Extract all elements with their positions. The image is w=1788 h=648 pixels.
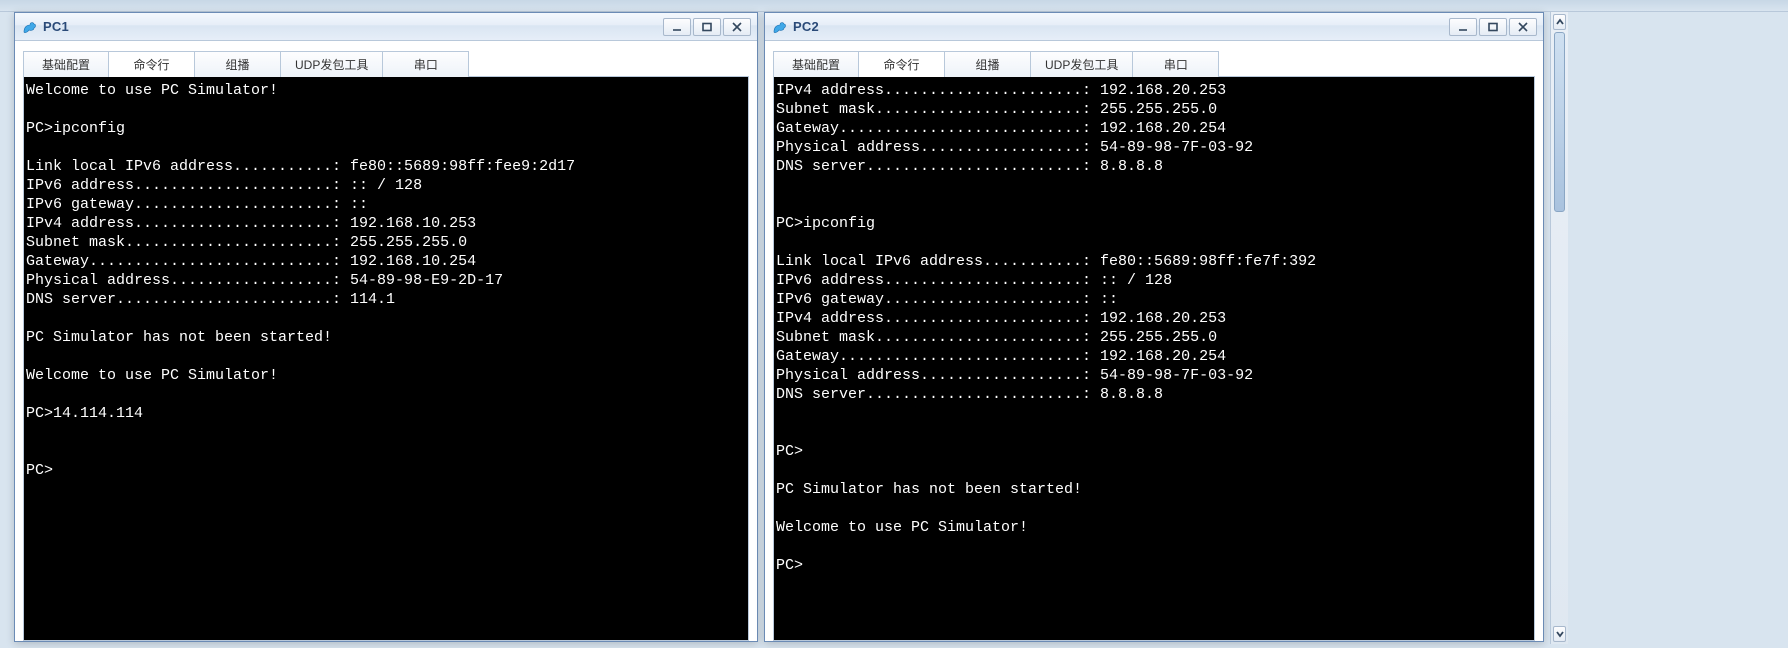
tab-serial[interactable]: 串口 <box>1133 51 1219 77</box>
app-icon <box>21 19 37 35</box>
terminal-output[interactable]: Welcome to use PC Simulator! PC>ipconfig… <box>23 77 749 641</box>
window-controls <box>1449 18 1537 36</box>
titlebar-pc2[interactable]: PC2 <box>765 13 1543 41</box>
tab-multicast[interactable]: 组播 <box>945 51 1031 77</box>
close-button[interactable] <box>723 18 751 36</box>
tab-cmd[interactable]: 命令行 <box>859 51 945 77</box>
tab-udp[interactable]: UDP发包工具 <box>1031 51 1133 77</box>
tab-basic[interactable]: 基础配置 <box>23 51 109 77</box>
window-controls <box>663 18 751 36</box>
tabbar: 基础配置 命令行 组播 UDP发包工具 串口 <box>773 49 1535 77</box>
minimize-button[interactable] <box>1449 18 1477 36</box>
window-title: PC1 <box>43 19 69 34</box>
close-button[interactable] <box>1509 18 1537 36</box>
tab-multicast[interactable]: 组播 <box>195 51 281 77</box>
app-icon <box>771 19 787 35</box>
tab-udp[interactable]: UDP发包工具 <box>281 51 383 77</box>
minimize-button[interactable] <box>663 18 691 36</box>
maximize-button[interactable] <box>693 18 721 36</box>
tab-serial[interactable]: 串口 <box>383 51 469 77</box>
client-area: 基础配置 命令行 组播 UDP发包工具 串口 Welcome to use PC… <box>15 41 757 641</box>
scrollbar-thumb[interactable] <box>1554 32 1565 212</box>
tabbar: 基础配置 命令行 组播 UDP发包工具 串口 <box>23 49 749 77</box>
titlebar-pc1[interactable]: PC1 <box>15 13 757 41</box>
scrollbar-arrow-down-icon[interactable] <box>1553 626 1566 642</box>
window-pc2: PC2 基础配置 命令行 组播 UDP发包工具 串口 IPv4 address.… <box>764 12 1544 642</box>
desktop-bg-strip <box>0 0 1788 12</box>
window-pc1: PC1 基础配置 命令行 组播 UDP发包工具 串口 Welcome to us… <box>14 12 758 642</box>
window-title: PC2 <box>793 19 819 34</box>
tab-cmd[interactable]: 命令行 <box>109 51 195 77</box>
client-area: 基础配置 命令行 组播 UDP发包工具 串口 IPv4 address.....… <box>765 41 1543 641</box>
outer-scrollbar[interactable] <box>1550 12 1568 644</box>
terminal-output[interactable]: IPv4 address......................: 192.… <box>773 77 1535 641</box>
tab-basic[interactable]: 基础配置 <box>773 51 859 77</box>
scrollbar-arrow-up-icon[interactable] <box>1553 14 1566 30</box>
maximize-button[interactable] <box>1479 18 1507 36</box>
